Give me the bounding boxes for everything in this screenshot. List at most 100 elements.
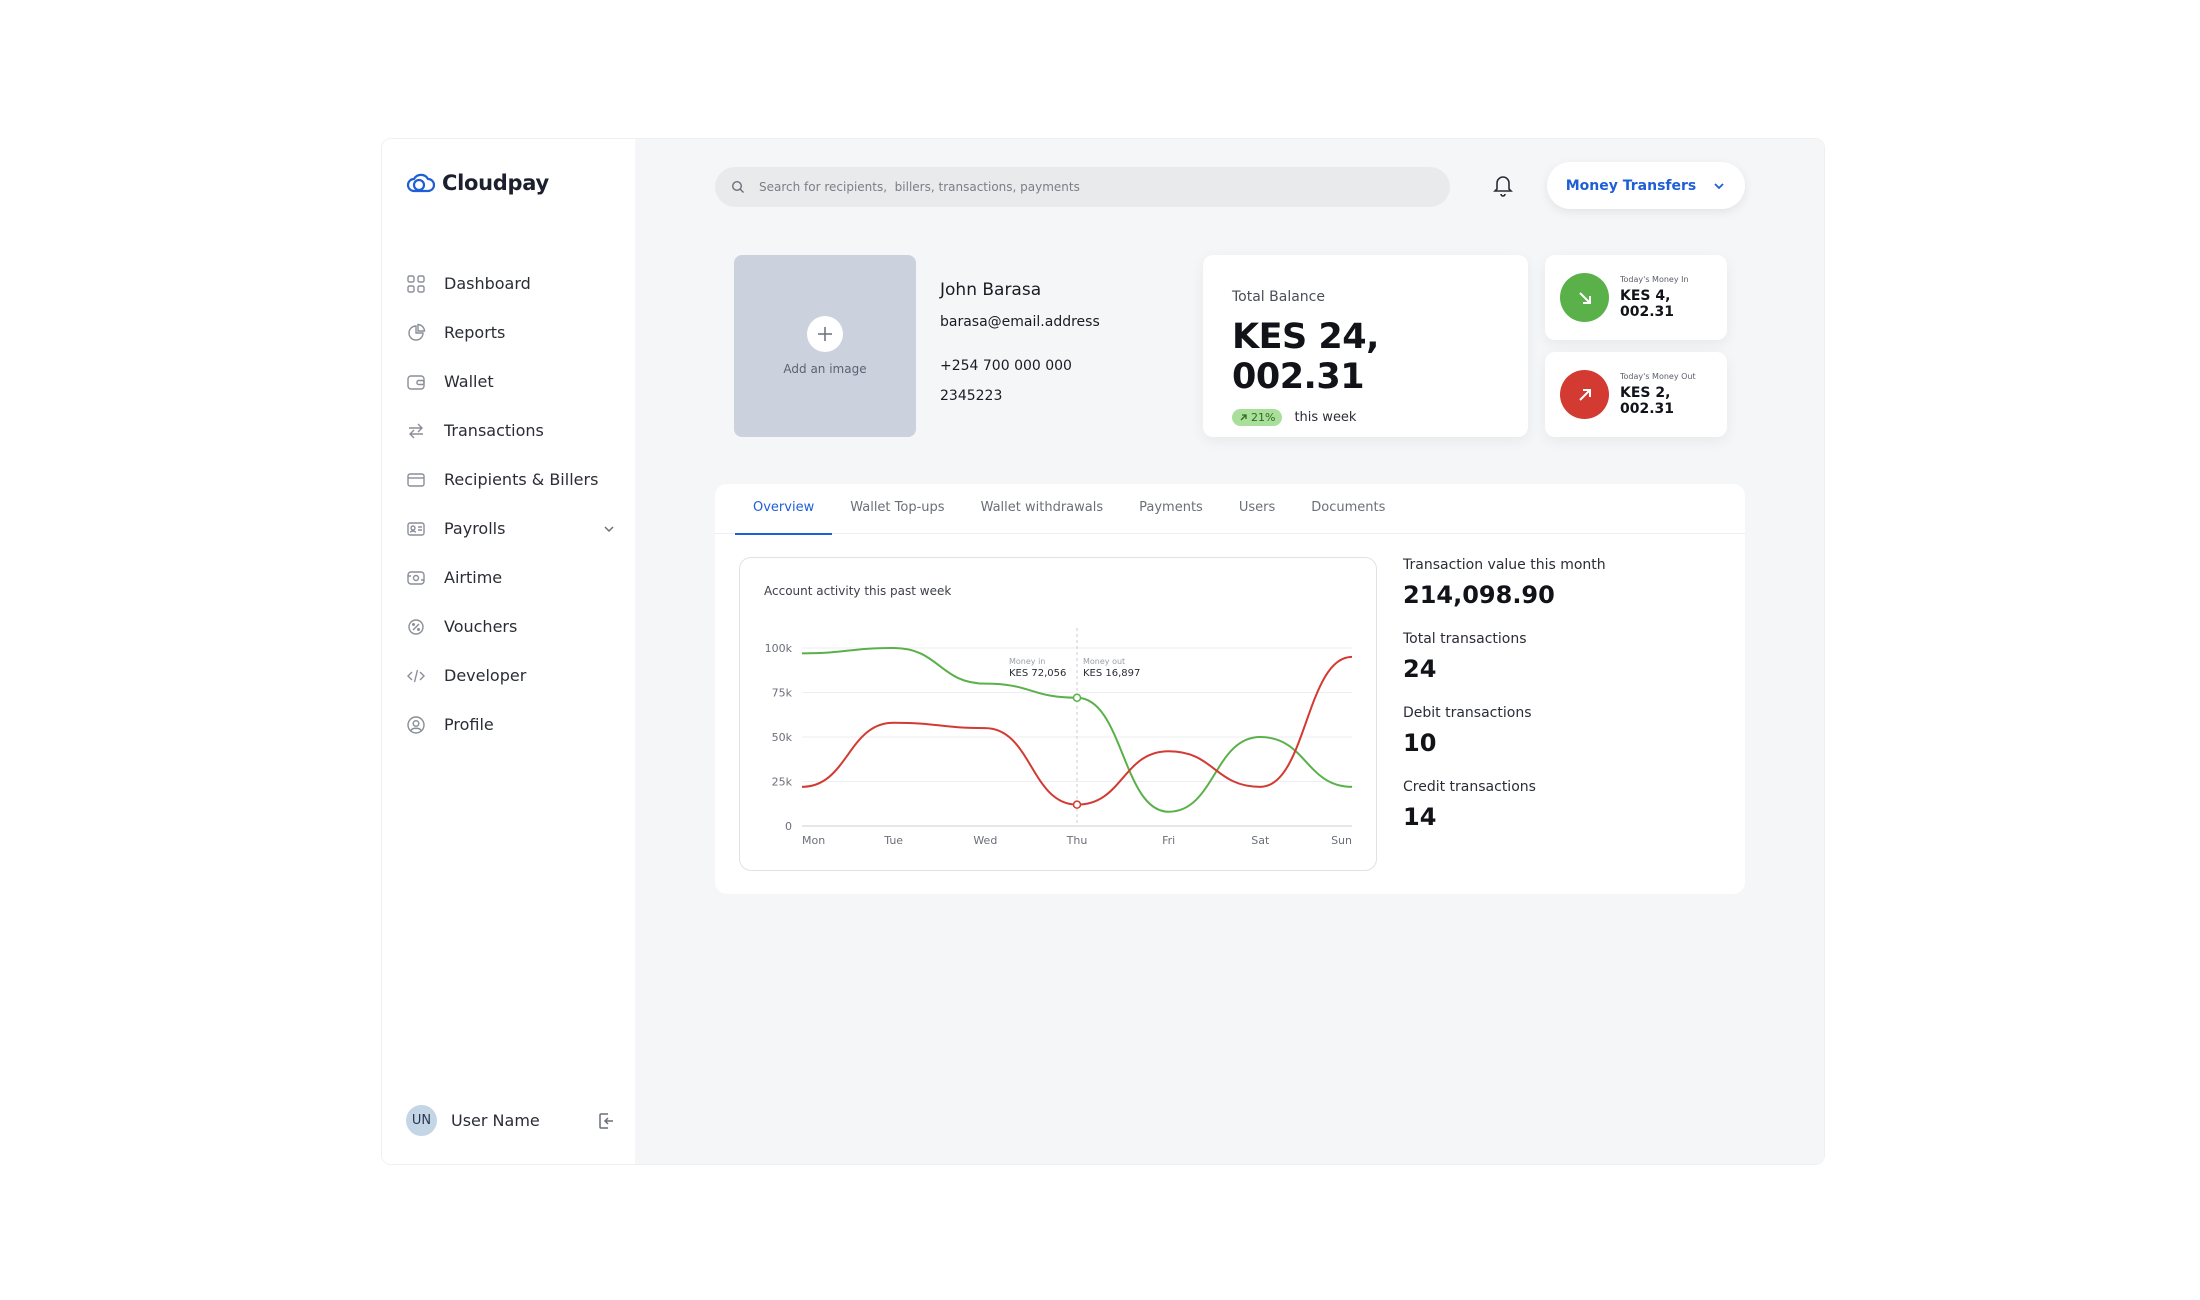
money-out-value: KES 2, 002.31 [1620, 385, 1675, 417]
sidebar-item-label: Payrolls [444, 519, 506, 538]
balance-change-row: 21% this week [1232, 409, 1499, 426]
stat-total-transactions: Total transactions 24 [1403, 631, 1606, 683]
profile-id: 2345223 [940, 388, 1003, 404]
arrows-swap-icon [409, 423, 423, 438]
sidebar-item-developer[interactable]: Developer [406, 651, 616, 700]
activity-card: Overview Wallet Top-ups Wallet withdrawa… [715, 484, 1745, 894]
sidebar-item-label: Transactions [444, 421, 544, 440]
user-name: User Name [451, 1111, 540, 1130]
stat-debit-transactions: Debit transactions 10 [1403, 705, 1606, 757]
voucher-icon [408, 618, 424, 635]
avatar[interactable]: UN [406, 1105, 437, 1136]
sidebar-item-label: Reports [444, 323, 506, 342]
tab-bar: Overview Wallet Top-ups Wallet withdrawa… [715, 484, 1745, 535]
search-input[interactable] [759, 180, 1409, 194]
money-out-label: Today's Money Out [1620, 372, 1696, 381]
tab-documents[interactable]: Documents [1293, 484, 1403, 534]
x-tick-label: Thu [1066, 834, 1088, 847]
tooltip-money-out-label: Money out [1083, 657, 1125, 666]
chevron-down-icon[interactable] [602, 522, 616, 536]
profile-info: John Barasa barasa@email.address +254 70… [940, 280, 1100, 404]
x-tick-label: Sun [1331, 834, 1352, 847]
y-tick-label: 75k [772, 687, 793, 700]
money-transfers-dropdown[interactable]: Money Transfers [1547, 162, 1745, 209]
balance-value: KES 24, 002.31 [1232, 317, 1379, 397]
sidebar-item-label: Dashboard [444, 274, 531, 293]
profile-image-upload[interactable]: Add an image [734, 255, 916, 437]
change-badge: 21% [1232, 409, 1283, 426]
sidebar-item-label: Profile [444, 715, 494, 734]
sidebar-item-label: Developer [444, 666, 527, 685]
pie-chart-icon [408, 323, 426, 341]
sidebar-item-wallet[interactable]: Wallet [406, 357, 616, 406]
y-tick-label: 0 [785, 820, 792, 833]
stat-label: Transaction value this month [1403, 557, 1606, 573]
tooltip-money-in-label: Money in [1009, 657, 1045, 666]
activity-chart: Account activity this past week 0 25k 50k 7… [739, 557, 1377, 871]
brand-name: Cloudpay [442, 171, 549, 195]
stat-credit-transactions: Credit transactions 14 [1403, 779, 1606, 831]
bell-icon[interactable] [1492, 173, 1514, 197]
y-tick-label: 100k [765, 642, 793, 655]
x-tick-label: Fri [1162, 834, 1175, 847]
airtime-icon [407, 570, 425, 585]
tab-wallet-withdrawals[interactable]: Wallet withdrawals [963, 484, 1122, 534]
id-card-icon [407, 521, 425, 536]
stat-label: Total transactions [1403, 631, 1527, 647]
sidebar-item-transactions[interactable]: Transactions [406, 406, 616, 455]
profile-phone: +254 700 000 000 [940, 358, 1072, 374]
stats-panel: Transaction value this month 214,098.90 … [1403, 557, 1606, 853]
tab-users[interactable]: Users [1221, 484, 1293, 534]
money-in-label: Today's Money In [1620, 275, 1689, 284]
sidebar-item-recipients-billers[interactable]: Recipients & Billers [406, 455, 616, 504]
add-image-label: Add an image [783, 362, 867, 376]
stat-value: 10 [1403, 729, 1437, 757]
change-period: this week [1294, 410, 1357, 425]
sidebar-item-dashboard[interactable]: Dashboard [406, 259, 616, 308]
x-tick-label: Mon [802, 834, 825, 847]
sidebar-item-reports[interactable]: Reports [406, 308, 616, 357]
data-point [1072, 800, 1082, 809]
sidebar-item-payrolls[interactable]: Payrolls [406, 504, 616, 553]
stat-label: Debit transactions [1403, 705, 1532, 721]
stat-value: 24 [1403, 655, 1437, 683]
dropdown-label: Money Transfers [1565, 177, 1697, 194]
main-content: Money Transfers Add an image John Barasa… [635, 139, 1824, 1164]
stat-value: 14 [1403, 803, 1437, 831]
plus-icon [807, 316, 843, 352]
tooltip-money-in-value: KES 72,056 [1009, 668, 1066, 679]
search-bar [715, 167, 1450, 207]
sidebar-item-vouchers[interactable]: Vouchers [406, 602, 616, 651]
sidebar-item-label: Airtime [444, 568, 503, 587]
sidebar-nav: Dashboard Reports Wallet Transactions Re… [406, 259, 616, 749]
cloud-logo-icon [406, 173, 436, 193]
tab-wallet-top-ups[interactable]: Wallet Top-ups [832, 484, 962, 534]
tab-overview[interactable]: Overview [735, 484, 833, 535]
search-icon [731, 180, 744, 193]
wallet-icon [407, 374, 425, 390]
stat-transaction-value: Transaction value this month 214,098.90 [1403, 557, 1606, 609]
money-in-card: Today's Money In KES 4, 002.31 [1545, 255, 1727, 340]
chevron-down-icon [1714, 182, 1724, 189]
profile-name: John Barasa [940, 280, 1042, 300]
app-window: Cloudpay Dashboard Reports Wallet Transa… [381, 138, 1825, 1165]
arrow-up-right-icon [1240, 414, 1247, 421]
logout-icon[interactable] [596, 1111, 616, 1131]
grid-icon [407, 274, 425, 293]
logo[interactable]: Cloudpay [406, 171, 549, 195]
y-tick-label: 25k [772, 776, 793, 789]
tooltip-money-out-value: KES 16,897 [1083, 668, 1140, 679]
sidebar-item-profile[interactable]: Profile [406, 700, 616, 749]
total-balance-card: Total Balance KES 24, 002.31 21% this we… [1203, 255, 1528, 437]
sidebar-item-airtime[interactable]: Airtime [406, 553, 616, 602]
stat-value: 214,098.90 [1403, 581, 1555, 609]
money-out-card: Today's Money Out KES 2, 002.31 [1545, 352, 1727, 437]
code-icon [407, 669, 425, 682]
data-point [1072, 693, 1082, 702]
y-tick-label: 50k [772, 731, 793, 744]
tab-payments[interactable]: Payments [1121, 484, 1221, 534]
card-icon [407, 472, 425, 487]
user-menu: UN User Name [406, 1105, 616, 1136]
sidebar-item-label: Wallet [444, 372, 494, 391]
balance-label: Total Balance [1232, 289, 1325, 305]
